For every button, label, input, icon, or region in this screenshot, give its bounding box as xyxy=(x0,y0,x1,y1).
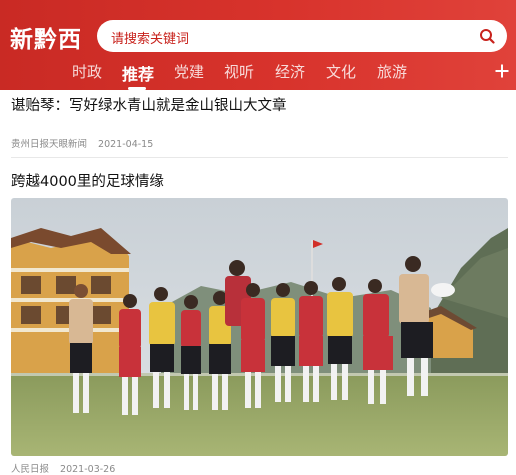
news-image[interactable] xyxy=(11,198,508,456)
divider xyxy=(11,157,508,158)
plus-icon[interactable] xyxy=(494,63,510,79)
search-icon[interactable] xyxy=(479,28,495,44)
tab-shizheng[interactable]: 时政 xyxy=(72,61,102,82)
news-item: 人民日报 2021-03-26 xyxy=(11,461,508,475)
news-item[interactable]: 谌贻琴：写好绿水青山就是金山银山大文章 贵州日报天眼新闻 2021-04-15 xyxy=(11,96,508,150)
tab-lvyou[interactable]: 旅游 xyxy=(377,61,407,82)
news-item[interactable]: 跨越4000里的足球情缘 xyxy=(11,172,508,192)
tab-wenhua[interactable]: 文化 xyxy=(326,61,356,82)
football-team-photo xyxy=(11,198,508,456)
tab-tuijian[interactable]: 推荐 xyxy=(122,61,154,85)
search-placeholder[interactable]: 请搜索关键词 xyxy=(111,28,189,47)
news-date: 2021-03-26 xyxy=(60,464,116,475)
app-logo: 新黔西 xyxy=(10,26,82,53)
tab-jingji[interactable]: 经济 xyxy=(275,61,305,82)
news-source: 贵州日报天眼新闻 xyxy=(11,139,88,150)
news-meta: 人民日报 2021-03-26 xyxy=(11,461,508,475)
tab-dangjian[interactable]: 党建 xyxy=(174,61,204,82)
news-date: 2021-04-15 xyxy=(98,139,154,150)
news-source: 人民日报 xyxy=(11,464,50,475)
app-header: 新黔西 请搜索关键词 时政 推荐 党建 视听 经济 文化 旅游 xyxy=(0,0,516,90)
news-title[interactable]: 跨越4000里的足球情缘 xyxy=(11,172,508,192)
tab-shiting[interactable]: 视听 xyxy=(224,61,254,82)
news-title[interactable]: 谌贻琴：写好绿水青山就是金山银山大文章 xyxy=(11,96,508,116)
channel-tabs: 时政 推荐 党建 视听 经济 文化 旅游 xyxy=(0,61,516,90)
active-tab-indicator xyxy=(128,87,146,90)
news-meta: 贵州日报天眼新闻 2021-04-15 xyxy=(11,136,508,150)
search-bar[interactable]: 请搜索关键词 xyxy=(97,20,507,52)
